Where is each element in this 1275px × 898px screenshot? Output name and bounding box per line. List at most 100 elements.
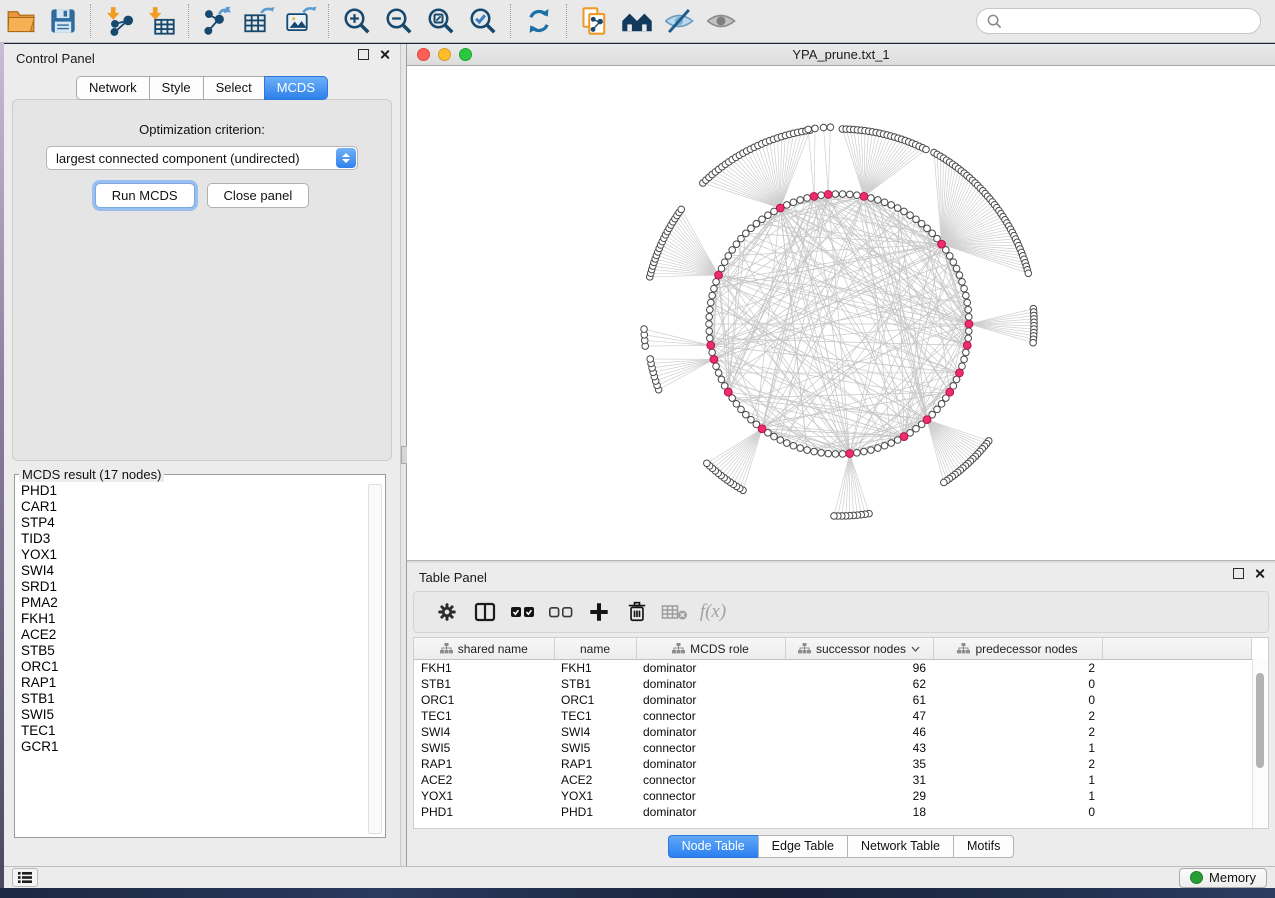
cell-successor-nodes[interactable]: 47: [785, 708, 933, 724]
import-network-button[interactable]: [102, 4, 136, 38]
mcds-result-item[interactable]: GCR1: [21, 739, 379, 755]
network-node[interactable]: [715, 370, 722, 377]
network-node[interactable]: [818, 192, 825, 199]
cell-name[interactable]: TEC1: [554, 708, 636, 724]
network-node[interactable]: [956, 272, 963, 279]
cell-name[interactable]: SWI5: [554, 740, 636, 756]
cell-shared-name[interactable]: ORC1: [414, 692, 554, 708]
network-node[interactable]: [718, 376, 725, 383]
network-hub-node[interactable]: [824, 191, 832, 199]
table-row[interactable]: ORC1ORC1dominator610: [414, 692, 1252, 708]
network-node[interactable]: [706, 328, 713, 335]
cell-shared-name[interactable]: SWI5: [414, 740, 554, 756]
network-node[interactable]: [759, 216, 766, 223]
cell-mcds-role[interactable]: dominator: [636, 756, 785, 772]
cell-name[interactable]: FKH1: [554, 660, 636, 677]
network-node[interactable]: [881, 442, 888, 449]
table-row[interactable]: PHD1PHD1dominator180: [414, 804, 1252, 820]
network-hub-node[interactable]: [758, 425, 766, 433]
network-node[interactable]: [868, 195, 875, 202]
network-node[interactable]: [938, 401, 945, 408]
network-hub-node[interactable]: [724, 388, 732, 396]
network-hub-node[interactable]: [846, 450, 854, 458]
network-node[interactable]: [963, 292, 970, 299]
mcds-result-item[interactable]: PHD1: [21, 483, 379, 499]
deselect-all-button[interactable]: [542, 596, 580, 628]
column-header-shared-name[interactable]: shared name: [414, 638, 554, 660]
mcds-list-scrollbar[interactable]: [368, 484, 382, 834]
mcds-result-item[interactable]: CAR1: [21, 499, 379, 515]
add-column-button[interactable]: [580, 596, 618, 628]
zoom-out-button[interactable]: [382, 4, 416, 38]
cell-successor-nodes[interactable]: 43: [785, 740, 933, 756]
cell-mcds-role[interactable]: connector: [636, 788, 785, 804]
network-node[interactable]: [888, 440, 895, 447]
tab-edge-table[interactable]: Edge Table: [758, 835, 847, 858]
mcds-result-item[interactable]: STB5: [21, 643, 379, 659]
network-node[interactable]: [804, 447, 811, 454]
column-header-predecessor-nodes[interactable]: predecessor nodes: [933, 638, 1102, 660]
vertical-splitter[interactable]: [400, 44, 407, 866]
network-node[interactable]: [831, 513, 838, 520]
network-hub-node[interactable]: [946, 388, 954, 396]
table-row[interactable]: RAP1RAP1dominator352: [414, 756, 1252, 772]
tab-mcds[interactable]: MCDS: [264, 76, 328, 100]
network-node[interactable]: [934, 406, 941, 413]
network-node[interactable]: [771, 433, 778, 440]
cell-mcds-role[interactable]: connector: [636, 772, 785, 788]
network-node[interactable]: [706, 314, 713, 321]
network-hub-node[interactable]: [776, 204, 784, 212]
network-node[interactable]: [963, 349, 970, 356]
network-node[interactable]: [854, 192, 861, 199]
table-row[interactable]: YOX1YOX1connector291: [414, 788, 1252, 804]
select-all-button[interactable]: [504, 596, 542, 628]
network-node[interactable]: [804, 195, 811, 202]
cell-shared-name[interactable]: ACE2: [414, 772, 554, 788]
network-node[interactable]: [881, 199, 888, 206]
network-node[interactable]: [961, 285, 968, 292]
network-node[interactable]: [641, 326, 648, 333]
cell-name[interactable]: RAP1: [554, 756, 636, 772]
network-node[interactable]: [733, 241, 740, 248]
cell-predecessor-nodes[interactable]: 2: [933, 708, 1102, 724]
cell-name[interactable]: PHD1: [554, 804, 636, 820]
network-node[interactable]: [743, 411, 750, 418]
mcds-result-item[interactable]: YOX1: [21, 547, 379, 563]
network-node[interactable]: [805, 126, 812, 133]
mcds-result-item[interactable]: PMA2: [21, 595, 379, 611]
network-node[interactable]: [738, 235, 745, 242]
search-box[interactable]: [976, 8, 1261, 34]
refresh-button[interactable]: [522, 4, 556, 38]
mcds-result-item[interactable]: TID3: [21, 531, 379, 547]
network-node[interactable]: [709, 292, 716, 299]
export-network-button[interactable]: [200, 4, 234, 38]
mcds-result-item[interactable]: STP4: [21, 515, 379, 531]
cell-mcds-role[interactable]: dominator: [636, 676, 785, 692]
cell-successor-nodes[interactable]: 31: [785, 772, 933, 788]
table-row[interactable]: FKH1FKH1dominator962: [414, 660, 1252, 677]
mcds-result-item[interactable]: SWI5: [21, 707, 379, 723]
cell-shared-name[interactable]: YOX1: [414, 788, 554, 804]
network-node[interactable]: [901, 208, 908, 215]
network-node[interactable]: [965, 306, 972, 313]
network-node[interactable]: [706, 321, 713, 328]
cell-mcds-role[interactable]: dominator: [636, 724, 785, 740]
cell-predecessor-nodes[interactable]: 2: [933, 660, 1102, 677]
cell-name[interactable]: ACE2: [554, 772, 636, 788]
network-node[interactable]: [907, 212, 914, 219]
cell-name[interactable]: SWI4: [554, 724, 636, 740]
first-neighbors-button[interactable]: [620, 4, 654, 38]
network-node[interactable]: [839, 451, 846, 458]
network-node[interactable]: [777, 437, 784, 444]
cell-predecessor-nodes[interactable]: 0: [933, 676, 1102, 692]
network-hub-node[interactable]: [938, 240, 946, 248]
network-node[interactable]: [846, 191, 853, 198]
window-close-button[interactable]: [417, 48, 430, 61]
network-node[interactable]: [748, 416, 755, 423]
float-panel-icon[interactable]: [358, 49, 369, 60]
network-hub-node[interactable]: [715, 271, 723, 279]
network-node[interactable]: [790, 199, 797, 206]
network-node[interactable]: [964, 299, 971, 306]
network-node[interactable]: [707, 299, 714, 306]
cell-successor-nodes[interactable]: 18: [785, 804, 933, 820]
